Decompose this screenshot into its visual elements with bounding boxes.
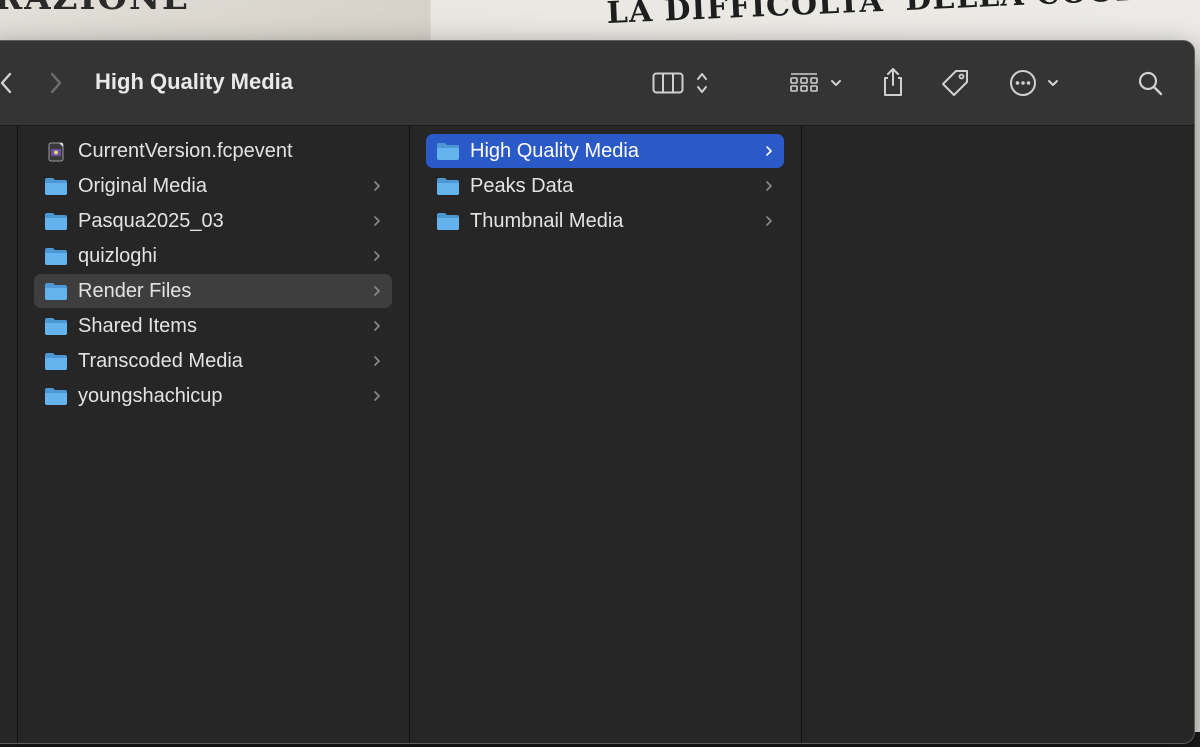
column-browser: CurrentVersion.fcpevent Original Media P…: [0, 126, 1194, 743]
share-icon[interactable]: [879, 65, 907, 99]
column-view-icon[interactable]: [651, 69, 685, 97]
list-item-label: Thumbnail Media: [470, 209, 624, 232]
folder-icon: [44, 211, 68, 231]
chevron-right-icon: [372, 319, 384, 333]
window-title: High Quality Media: [95, 69, 294, 94]
toolbar: High Quality Media: [0, 41, 1194, 126]
chevron-right-icon: [372, 389, 384, 403]
list-item-folder[interactable]: Transcoded Media: [34, 344, 392, 378]
chevron-right-icon: [764, 179, 776, 193]
forward-icon[interactable]: [47, 69, 65, 97]
list-item-label: Original Media: [78, 174, 207, 197]
list-item-label: High Quality Media: [470, 139, 639, 162]
list-item-folder[interactable]: Thumbnail Media: [426, 204, 784, 238]
folder-icon: [44, 386, 68, 406]
folder-icon: [44, 246, 68, 266]
chevron-right-icon: [372, 249, 384, 263]
list-item-label: Pasqua2025_03: [78, 209, 224, 232]
chevron-right-icon: [764, 144, 776, 158]
chevron-down-icon[interactable]: [1046, 75, 1060, 91]
chevron-right-icon: [372, 179, 384, 193]
list-item-folder[interactable]: Pasqua2025_03: [34, 204, 392, 238]
list-item-label: quizloghi: [78, 244, 157, 267]
column-event: CurrentVersion.fcpevent Original Media P…: [18, 126, 410, 743]
list-item-label: youngshachicup: [78, 384, 223, 407]
chevron-right-icon: [372, 214, 384, 228]
list-item-label: Render Files: [78, 279, 192, 302]
chevron-right-icon: [372, 354, 384, 368]
column-previous[interactable]: [0, 126, 18, 743]
list-item-folder-selected[interactable]: High Quality Media: [426, 134, 784, 168]
tag-icon[interactable]: [939, 67, 971, 99]
column-render-files: High Quality Media Peaks Data Thumbnail …: [410, 126, 802, 743]
folder-icon: [44, 176, 68, 196]
more-icon[interactable]: [1009, 69, 1037, 97]
folder-icon: [44, 281, 68, 301]
list-item-folder[interactable]: Shared Items: [34, 309, 392, 343]
list-item-folder[interactable]: Peaks Data: [426, 169, 784, 203]
back-icon[interactable]: [0, 69, 15, 97]
list-item-label: Shared Items: [78, 314, 197, 337]
fcp-document-icon: [44, 141, 68, 162]
folder-icon: [436, 141, 460, 161]
search-icon[interactable]: [1136, 69, 1164, 97]
folder-icon: [436, 211, 460, 231]
list-item-label: Peaks Data: [470, 174, 574, 197]
chevron-down-icon[interactable]: [829, 75, 843, 91]
list-item-label: Transcoded Media: [78, 349, 243, 372]
column-preview-empty: [802, 126, 1194, 743]
finder-window: High Quality Media CurrentVersion.fcpeve…: [0, 40, 1195, 744]
list-item-folder[interactable]: youngshachicup: [34, 379, 392, 413]
list-item-folder[interactable]: Render Files: [34, 274, 392, 308]
background-heading-left: RAZIONE: [0, 0, 190, 18]
folder-icon: [44, 316, 68, 336]
list-item-folder[interactable]: quizloghi: [34, 239, 392, 273]
group-grid-icon[interactable]: [788, 71, 820, 95]
folder-icon: [436, 176, 460, 196]
chevron-right-icon: [764, 214, 776, 228]
list-item-fcpevent[interactable]: CurrentVersion.fcpevent: [34, 134, 392, 168]
sort-arrows-icon[interactable]: [694, 69, 710, 97]
list-item-label: CurrentVersion.fcpevent: [78, 139, 293, 162]
chevron-right-icon: [372, 284, 384, 298]
list-item-folder[interactable]: Original Media: [34, 169, 392, 203]
folder-icon: [44, 351, 68, 371]
